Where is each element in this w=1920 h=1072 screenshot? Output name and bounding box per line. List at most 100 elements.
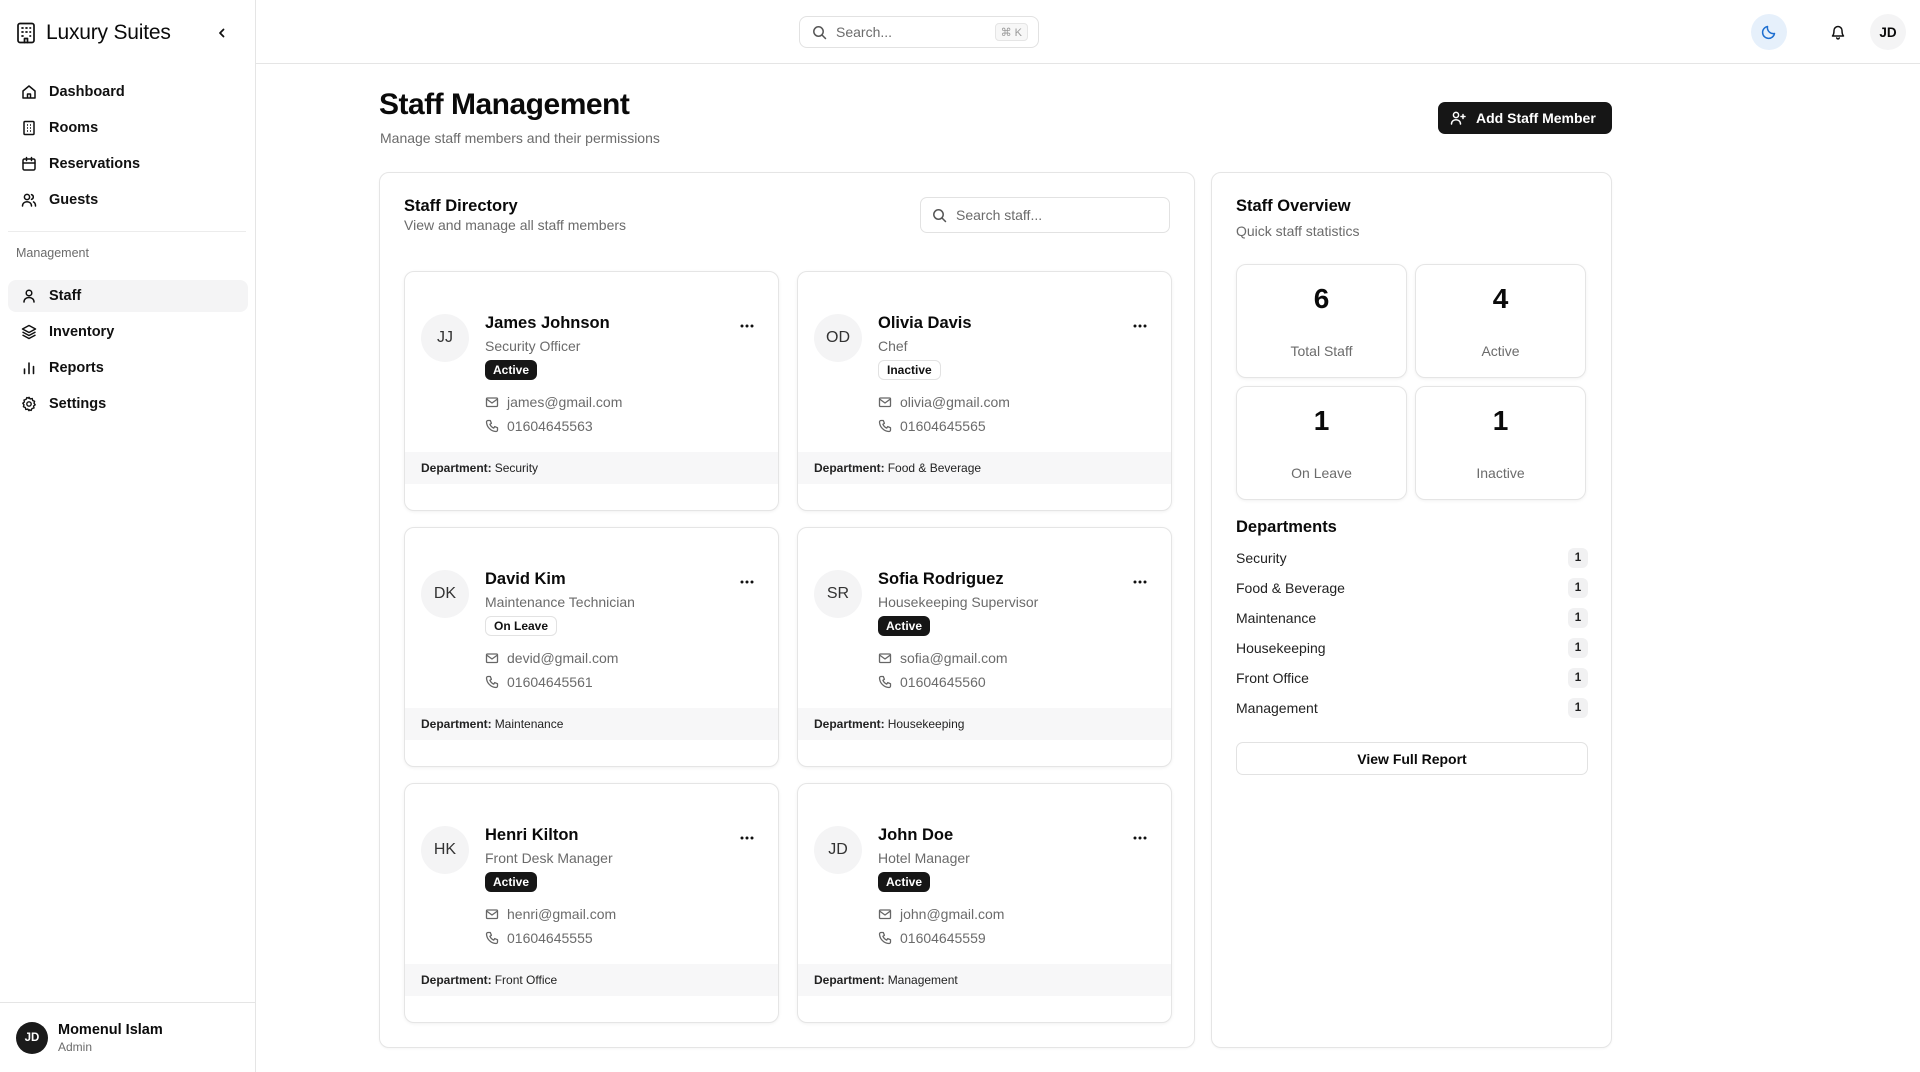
staff-card[interactable]: JJ James Johnson Security Officer Active… [404,271,779,511]
global-search-input[interactable]: Search... ⌘ K [799,16,1039,48]
department-value: Housekeeping [887,717,965,731]
sidebar-item-rooms[interactable]: Rooms [8,112,248,144]
sidebar-item-dashboard[interactable]: Dashboard [8,76,248,108]
door-icon [21,120,37,136]
staff-avatar: JD [814,826,862,874]
staff-phone-text: 01604645555 [507,930,593,946]
staff-card[interactable]: HK Henri Kilton Front Desk Manager Activ… [404,783,779,1023]
sidebar-item-reservations[interactable]: Reservations [8,148,248,180]
staff-name: Olivia Davis [878,314,972,332]
staff-phone[interactable]: 01604645555 [485,930,593,946]
department-count-badge: 1 [1568,608,1588,628]
staff-email-text: sofia@gmail.com [900,650,1008,666]
staff-phone[interactable]: 01604645561 [485,674,593,690]
phone-icon [878,419,892,433]
sidebar-item-staff[interactable]: Staff [8,280,248,312]
staff-actions-button[interactable] [1128,570,1152,594]
department-row: Front Office 1 [1236,667,1588,689]
department-count-badge: 1 [1568,578,1588,598]
stat-active: 4 Active [1415,264,1586,378]
mail-icon [485,395,499,409]
staff-email[interactable]: devid@gmail.com [485,650,618,666]
staff-actions-button[interactable] [735,314,759,338]
staff-search-input[interactable]: Search staff... [920,197,1170,233]
overview-title: Staff Overview [1236,197,1351,215]
staff-actions-button[interactable] [735,826,759,850]
topbar: Search... ⌘ K JD [256,0,1920,64]
sidebar-item-reports[interactable]: Reports [8,352,248,384]
staff-phone[interactable]: 01604645563 [485,418,593,434]
ellipsis-icon [1133,836,1147,840]
staff-email[interactable]: sofia@gmail.com [878,650,1008,666]
sidebar-item-label: Staff [49,288,82,304]
management-nav: Staff Inventory Reports Settings [8,280,248,424]
ellipsis-icon [740,324,754,328]
staff-email[interactable]: james@gmail.com [485,394,622,410]
department-value: Maintenance [494,717,564,731]
staff-phone-text: 01604645565 [900,418,986,434]
department-name: Food & Beverage [1236,580,1345,596]
collapse-sidebar-button[interactable] [211,22,233,44]
user-avatar-button[interactable]: JD [1870,14,1906,50]
department-name: Front Office [1236,670,1309,686]
staff-actions-button[interactable] [1128,826,1152,850]
ellipsis-icon [740,836,754,840]
staff-card[interactable]: OD Olivia Davis Chef Inactive olivia@gma… [797,271,1172,511]
user-profile[interactable]: JD Momenul Islam Admin [0,1002,255,1072]
department-count-badge: 1 [1568,698,1588,718]
staff-phone[interactable]: 01604645559 [878,930,986,946]
staff-card[interactable]: JD John Doe Hotel Manager Active john@gm… [797,783,1172,1023]
status-badge: Active [878,616,931,636]
user-role: Admin [58,1039,93,1054]
user-name: Momenul Islam [58,1021,163,1038]
sidebar: Luxury Suites Dashboard Rooms Reservatio… [0,0,256,1072]
staff-card[interactable]: SR Sofia Rodriguez Housekeeping Supervis… [797,527,1172,767]
staff-phone[interactable]: 01604645565 [878,418,986,434]
staff-email[interactable]: john@gmail.com [878,906,1004,922]
status-badge: Active [485,360,538,380]
sidebar-item-label: Guests [49,192,99,208]
brand[interactable]: Luxury Suites [16,18,171,48]
staff-department: Department: Management [798,964,1171,996]
staff-role: Security Officer [485,338,581,354]
department-count-badge: 1 [1568,548,1588,568]
sidebar-item-settings[interactable]: Settings [8,388,248,420]
staff-department: Department: Food & Beverage [798,452,1171,484]
add-staff-member-button[interactable]: Add Staff Member [1438,102,1612,134]
staff-name: David Kim [485,570,566,588]
staff-email[interactable]: olivia@gmail.com [878,394,1010,410]
staff-name: John Doe [878,826,954,844]
sidebar-item-label: Inventory [49,324,115,340]
staff-email-text: henri@gmail.com [507,906,617,922]
staff-card[interactable]: DK David Kim Maintenance Technician On L… [404,527,779,767]
chevron-left-icon [216,27,228,39]
phone-icon [878,675,892,689]
staff-actions-button[interactable] [1128,314,1152,338]
home-icon [21,84,37,100]
department-value: Food & Beverage [887,461,982,475]
theme-toggle-button[interactable] [1751,14,1787,50]
sidebar-item-inventory[interactable]: Inventory [8,316,248,348]
mail-icon [878,907,892,921]
staff-actions-button[interactable] [735,570,759,594]
department-name: Maintenance [1236,610,1317,626]
staff-phone[interactable]: 01604645560 [878,674,986,690]
stat-label: Active [1481,343,1520,359]
app-name: Luxury Suites [46,21,171,44]
staff-name: James Johnson [485,314,610,332]
staff-overview-panel: Staff Overview Quick staff statistics 6 … [1211,172,1612,1048]
department-row: Housekeeping 1 [1236,637,1588,659]
staff-email[interactable]: henri@gmail.com [485,906,616,922]
stat-value: 1 [1492,405,1509,436]
sidebar-item-guests[interactable]: Guests [8,184,248,216]
notifications-button[interactable] [1820,14,1856,50]
department-row: Food & Beverage 1 [1236,577,1588,599]
view-full-report-button[interactable]: View Full Report [1236,742,1588,775]
phone-icon [878,931,892,945]
mail-icon [878,651,892,665]
departments-heading: Departments [1236,518,1337,536]
department-label: Department: [421,717,492,731]
staff-avatar: DK [421,570,469,618]
moon-icon [1761,24,1777,40]
overview-subtitle: Quick staff statistics [1236,223,1360,239]
